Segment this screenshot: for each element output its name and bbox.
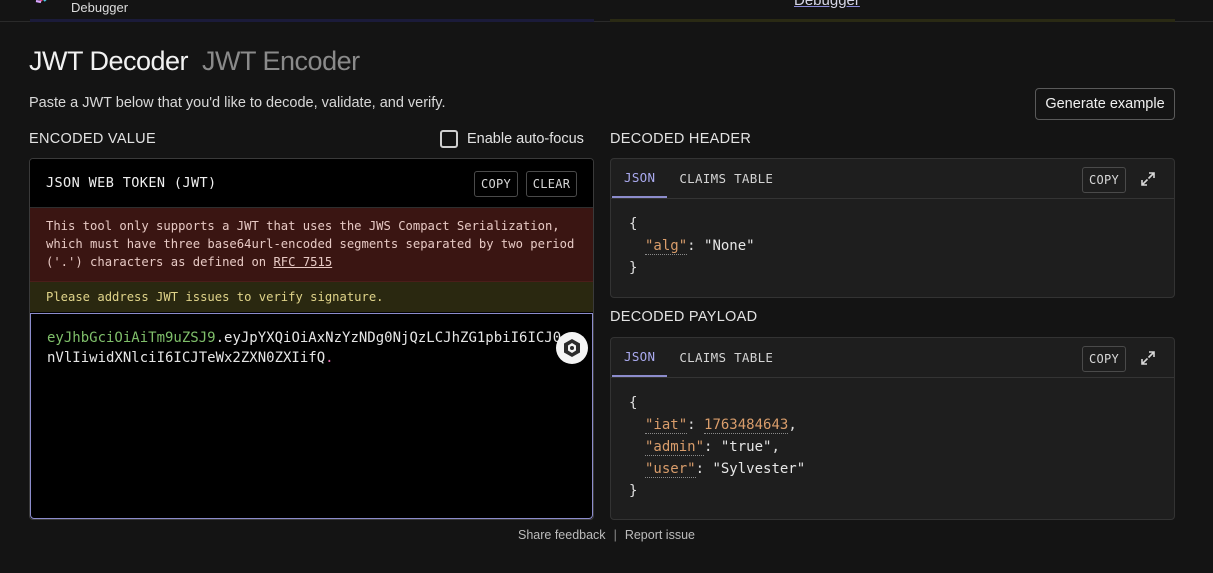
header-strip-left <box>30 19 594 22</box>
auto-focus-label: Enable auto-focus <box>467 131 584 147</box>
json-key-iat: "iat" <box>645 417 688 434</box>
nav-link-debugger[interactable]: Debugger <box>794 0 860 9</box>
footer: Share feedback | Report issue <box>0 528 1213 542</box>
expand-icon[interactable] <box>1139 170 1157 188</box>
brand-label: Debugger <box>71 0 129 15</box>
json-line: "alg": "None" <box>645 238 755 255</box>
json-open-brace: { <box>629 216 638 232</box>
assistant-icon[interactable] <box>556 332 588 364</box>
tab-jwt-decoder[interactable]: JWT Decoder <box>29 46 189 76</box>
copy-header-button[interactable]: COPY <box>1082 167 1126 193</box>
footer-separator: | <box>613 528 617 542</box>
rfc-link[interactable]: RFC 7515 <box>273 255 332 269</box>
report-issue-link[interactable]: Report issue <box>625 528 695 542</box>
payload-json: { "iat": 1763484643, "admin": "true", "u… <box>611 378 1174 516</box>
copy-payload-button[interactable]: COPY <box>1082 346 1126 372</box>
json-key-admin: "admin" <box>645 439 705 456</box>
auto-focus-toggle[interactable]: Enable auto-focus <box>440 130 584 148</box>
json-value-user: "Sylvester" <box>712 461 806 477</box>
token-separator: . <box>215 330 225 346</box>
encoded-value-label: ENCODED VALUE <box>29 131 156 147</box>
json-close-brace: } <box>629 260 638 276</box>
warning-message: Please address JWT issues to verify sign… <box>30 282 593 312</box>
token-separator: . <box>325 350 334 366</box>
encoded-panel-title: JSON WEB TOKEN (JWT) <box>46 175 217 191</box>
token-input[interactable]: eyJhbGciOiAiTm9uZSJ9.eyJpYXQiOiAxNzYzNDg… <box>30 313 593 519</box>
decoded-payload-label: DECODED PAYLOAD <box>610 309 758 325</box>
tab-header-json[interactable]: JSON <box>612 159 668 198</box>
json-key-alg: "alg" <box>645 238 688 255</box>
header-strip-right <box>610 19 1175 22</box>
expand-icon[interactable] <box>1139 349 1157 367</box>
json-open-brace: { <box>629 395 638 411</box>
share-feedback-link[interactable]: Share feedback <box>518 528 606 542</box>
json-line: "iat": 1763484643, <box>645 417 797 434</box>
generate-example-button[interactable]: Generate example <box>1035 88 1175 120</box>
decoded-header-panel: JSON CLAIMS TABLE COPY { "alg": "None" } <box>610 158 1175 298</box>
top-navigation-bar: Debugger Debugger <box>0 0 1213 22</box>
json-value-iat: 1763484643 <box>704 417 789 434</box>
jwt-logo-icon[interactable] <box>33 0 53 8</box>
encoded-panel-header: JSON WEB TOKEN (JWT) COPY CLEAR <box>30 159 593 208</box>
header-json: { "alg": "None" } <box>611 199 1174 293</box>
token-header-segment: eyJhbGciOiAiTm9uZSJ9 <box>47 330 216 346</box>
json-line: "user": "Sylvester" <box>645 461 806 478</box>
tab-payload-json[interactable]: JSON <box>612 338 668 377</box>
decoded-header-label: DECODED HEADER <box>610 131 752 147</box>
copy-token-button[interactable]: COPY <box>474 171 518 197</box>
json-key-user: "user" <box>645 461 696 478</box>
error-message: This tool only supports a JWT that uses … <box>30 208 593 282</box>
decoded-payload-panel: JSON CLAIMS TABLE COPY { "iat": 17634846… <box>610 337 1175 520</box>
decoded-payload-tabs: JSON CLAIMS TABLE COPY <box>611 338 1174 378</box>
json-value-admin: "true" <box>720 439 772 455</box>
mode-tabs: JWT Decoder JWT Encoder <box>29 46 360 77</box>
tab-header-claims-table[interactable]: CLAIMS TABLE <box>667 159 785 198</box>
tab-jwt-encoder[interactable]: JWT Encoder <box>202 46 360 76</box>
page-subtitle: Paste a JWT below that you'd like to dec… <box>29 95 446 111</box>
encoded-panel: JSON WEB TOKEN (JWT) COPY CLEAR This too… <box>29 158 594 520</box>
clear-token-button[interactable]: CLEAR <box>526 171 577 197</box>
tab-payload-claims-table[interactable]: CLAIMS TABLE <box>667 338 785 377</box>
auto-focus-checkbox[interactable] <box>440 130 458 148</box>
json-close-brace: } <box>629 483 638 499</box>
json-line: "admin": "true", <box>645 439 780 456</box>
decoded-header-tabs: JSON CLAIMS TABLE COPY <box>611 159 1174 199</box>
json-value-alg: "None" <box>704 238 755 254</box>
